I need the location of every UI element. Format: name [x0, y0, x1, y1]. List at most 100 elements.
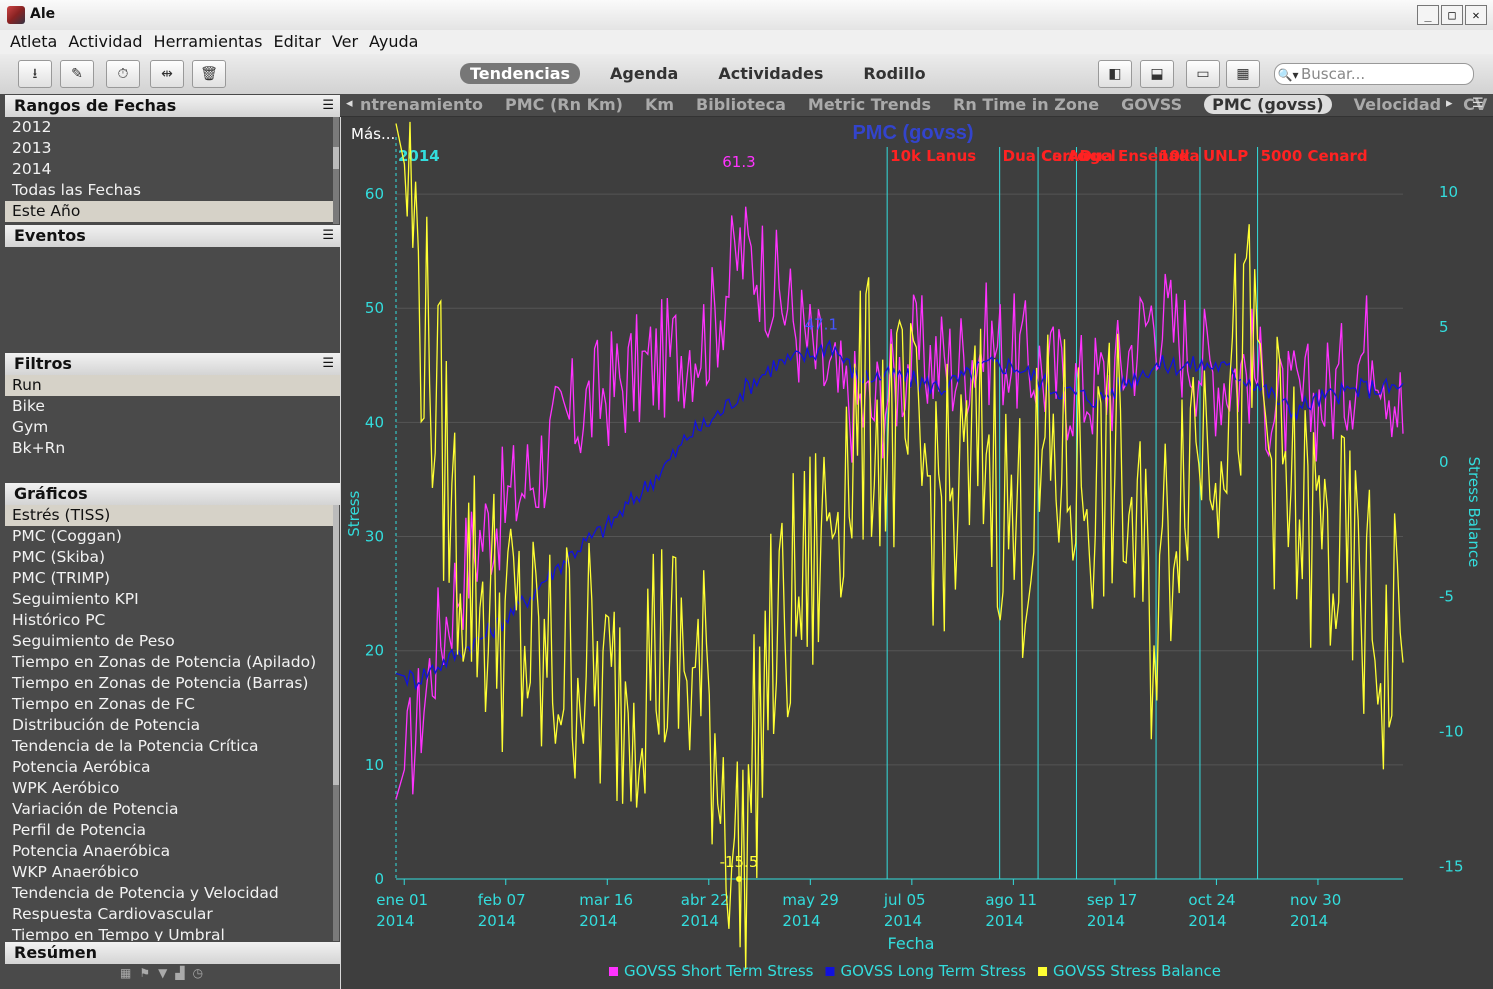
stopwatch-icon[interactable]: ⏱ [106, 60, 140, 88]
menu-actividad[interactable]: Actividad [62, 30, 147, 51]
maximize-button[interactable]: □ [1441, 5, 1463, 25]
list-item[interactable]: Tendencia de la Potencia Crítica [5, 736, 333, 757]
x-tick-label: ene 01 [376, 891, 428, 909]
scrollbar[interactable] [333, 505, 339, 941]
panel-header-graficos[interactable]: Gráficos [5, 483, 340, 505]
minimize-button[interactable]: _ [1417, 5, 1439, 25]
chart-tab[interactable]: Metric Trends [808, 95, 931, 114]
scroll-left-icon[interactable]: ◂ [346, 96, 353, 111]
hamburger-icon[interactable]: ☰ [1472, 96, 1484, 111]
menu-editar[interactable]: Editar [268, 30, 326, 51]
list-item[interactable]: Perfil de Potencia [5, 820, 333, 841]
edit-icon[interactable]: ✎ [60, 60, 94, 88]
chart-tab[interactable]: PMC (Rn Km) [505, 95, 623, 114]
chart-tab[interactable]: GOVSS [1121, 95, 1182, 114]
menu-ayuda[interactable]: Ayuda [363, 30, 423, 51]
list-item[interactable]: Run [5, 375, 340, 396]
split-icon[interactable]: ⇹ [150, 60, 184, 88]
download-icon[interactable]: ⭳ [18, 60, 52, 88]
close-button[interactable]: ✕ [1465, 5, 1487, 25]
event-label: UNLP [1203, 147, 1248, 165]
view-tab-actividades[interactable]: Actividades [708, 63, 833, 84]
chart-tab-bar: ◂ ntrenamiento PMC (Rn Km) Km Biblioteca Met… [340, 94, 1493, 117]
x-tick-label: nov 30 [1290, 891, 1341, 909]
chart-tab[interactable]: Rn Time in Zone [953, 95, 1099, 114]
list-item[interactable]: Variación de Potencia [5, 799, 333, 820]
scrollbar[interactable] [333, 117, 339, 224]
y-axis-label: Stress [345, 490, 363, 536]
list-item[interactable]: Todas las Fechas [5, 180, 333, 201]
panel-header-eventos[interactable]: Eventos ☰ [5, 225, 340, 247]
layout-tiled-icon[interactable]: ▦ [1226, 60, 1260, 88]
layout-single-icon[interactable]: ▭ [1186, 60, 1220, 88]
y2-tick-label: 10 [1439, 183, 1458, 201]
list-item[interactable]: Potencia Anaeróbica [5, 841, 333, 862]
panel-header-rangos[interactable]: Rangos de Fechas ☰ [5, 95, 340, 117]
list-item[interactable]: PMC (Coggan) [5, 526, 333, 547]
panel-header-filtros[interactable]: Filtros ☰ [5, 353, 340, 375]
list-item[interactable]: Tiempo en Zonas de Potencia (Barras) [5, 673, 333, 694]
panel-header-resumen[interactable]: Resúmen [5, 942, 340, 964]
list-item[interactable]: Bike [5, 396, 340, 417]
window-title: Ale [30, 6, 56, 22]
list-item[interactable]: 2013 [5, 138, 333, 159]
scroll-right-icon[interactable]: ▸ [1446, 96, 1453, 111]
chart-tab[interactable]: Velocidad [1354, 95, 1442, 114]
list-item[interactable]: WKP Anaeróbico [5, 862, 333, 883]
list-item[interactable]: Tiempo en Zonas de Potencia (Apilado) [5, 652, 333, 673]
filter-icon[interactable]: ▼ [158, 966, 167, 980]
clock-icon[interactable]: ◷ [193, 966, 203, 980]
list-item[interactable]: Potencia Aeróbica [5, 757, 333, 778]
bookmark-icon[interactable]: ⚑ [139, 966, 150, 980]
hamburger-icon[interactable]: ☰ [322, 353, 334, 375]
list-item[interactable]: Bk+Rn [5, 438, 340, 459]
calendar-icon[interactable]: ▦ [120, 966, 131, 980]
chart-tab[interactable]: Km [645, 95, 674, 114]
hamburger-icon[interactable]: ☰ [322, 95, 334, 117]
toggle-sidebar-icon[interactable]: ◧ [1098, 60, 1132, 88]
x-tick-label: oct 24 [1188, 891, 1235, 909]
more-button[interactable]: Más... [351, 125, 395, 143]
annotation-label: -15.5 [720, 853, 759, 871]
chart-tab[interactable]: Biblioteca [696, 95, 786, 114]
list-item[interactable]: Este Año [5, 201, 333, 222]
list-item[interactable]: PMC (TRIMP) [5, 568, 333, 589]
y2-tick-label: 0 [1439, 453, 1449, 471]
list-item[interactable]: Histórico PC [5, 610, 333, 631]
list-item[interactable]: PMC (Skiba) [5, 547, 333, 568]
legend-label: GOVSS Stress Balance [1053, 962, 1221, 980]
event-label: 10k [1159, 147, 1191, 165]
annotation-label: 61.3 [722, 153, 755, 171]
y2-tick-label: -5 [1439, 588, 1454, 606]
list-item[interactable]: Respuesta Cardiovascular [5, 904, 333, 925]
menu-atleta[interactable]: Atleta [0, 30, 62, 51]
chart-tab[interactable]: ntrenamiento [360, 95, 483, 114]
view-tab-agenda[interactable]: Agenda [600, 63, 688, 84]
view-tab-tendencias[interactable]: Tendencias [460, 63, 581, 84]
list-item[interactable]: Seguimiento de Peso [5, 631, 333, 652]
list-item[interactable]: 2014 [5, 159, 333, 180]
list-item[interactable]: Tendencia de Potencia y Velocidad [5, 883, 333, 904]
x-tick-label: jul 05 [883, 891, 926, 909]
menu-ver[interactable]: Ver [326, 30, 363, 51]
list-item[interactable]: Estrés (TISS) [5, 505, 333, 526]
search-input[interactable]: 🔍▾ Buscar... [1274, 63, 1474, 85]
trash-icon[interactable]: 🗑 [192, 60, 226, 88]
hamburger-icon[interactable]: ☰ [322, 225, 334, 247]
list-item[interactable]: Gym [5, 417, 340, 438]
chart-icon[interactable]: ▟ [175, 966, 184, 980]
view-tab-rodillo[interactable]: Rodillo [853, 63, 935, 84]
annotation-label: 47.1 [805, 315, 838, 333]
list-item[interactable]: WPK Aeróbico [5, 778, 333, 799]
list-item[interactable]: Tiempo en Zonas de FC [5, 694, 333, 715]
list-item[interactable]: Distribución de Potencia [5, 715, 333, 736]
panel-title: Eventos [14, 226, 86, 245]
menu-herramientas[interactable]: Herramientas [148, 30, 268, 51]
window-titlebar: Ale _ □ ✕ [0, 0, 1493, 31]
list-item[interactable]: 2012 [5, 117, 333, 138]
list-item[interactable]: Tiempo en Tempo y Umbral [5, 925, 333, 941]
x-tick-label: 2014 [1188, 912, 1226, 930]
toggle-bottom-icon[interactable]: ⬓ [1140, 60, 1174, 88]
chart-tab[interactable]: PMC (govss) [1204, 95, 1332, 114]
list-item[interactable]: Seguimiento KPI [5, 589, 333, 610]
